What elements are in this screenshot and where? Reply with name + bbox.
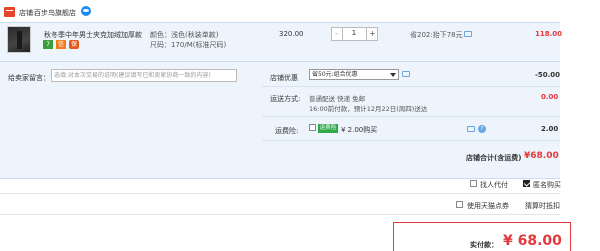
proxy-pay-label: 找人代付 [480, 181, 508, 189]
store-name-link[interactable]: 百步鸟旗舰店 [34, 8, 76, 18]
divider [262, 86, 560, 87]
product-size: 尺码：170/M(标准尺码) [150, 41, 227, 49]
tmall-points-checkbox[interactable] [456, 201, 463, 208]
shipping-insurance-price: ¥ 2.00购买 [341, 126, 378, 134]
seller-message-input[interactable]: 选填:对本次交易的说明(建议填写已和卖家协商一致的内容) [51, 69, 237, 82]
shipping-amount: 0.00 [541, 93, 559, 101]
store-label: 店铺: [19, 9, 36, 17]
coupon-info-icon[interactable] [402, 71, 410, 77]
actual-payment-label: 实付款： [470, 241, 498, 249]
store-total-label: 店铺合计(含运费) [466, 154, 522, 162]
order-item-row [0, 22, 560, 62]
help-icon[interactable]: ? [478, 125, 486, 133]
quantity-decrease-button[interactable]: - [331, 27, 343, 41]
divider [0, 214, 560, 215]
product-thumbnail[interactable] [7, 26, 31, 53]
store-icon [4, 7, 15, 17]
delivery-estimate: 16:00前付款，预计12月22日(周四)送达 [309, 105, 428, 113]
store-coupon-label: 店铺优惠 [270, 74, 298, 82]
item-subtotal: 118.00 [535, 30, 563, 38]
actual-payment-amount: ¥ 68.00 [503, 233, 562, 249]
quantity-increase-button[interactable]: + [366, 27, 378, 41]
points-deduction-hint: 猜算时抵扣 [525, 202, 560, 210]
store-total-amount: ¥68.00 [524, 151, 559, 161]
item-discount: 省202:抬下78元 [410, 31, 463, 39]
shipping-insurance-label: 运费险: [275, 127, 299, 135]
coupon-selected-value: 省50元:组合优惠 [312, 71, 358, 78]
divider [262, 140, 560, 141]
unit-price: 320.00 [279, 30, 304, 38]
credit-badge: 信 [56, 40, 66, 49]
seller-message-label: 给卖家留言： [8, 74, 50, 82]
dropdown-arrow-icon [390, 73, 396, 77]
quantity-input[interactable]: 1 [343, 27, 365, 41]
divider [0, 193, 560, 194]
anonymous-purchase-label: 匿名购买 [533, 181, 561, 189]
insurance-info-icon[interactable] [467, 126, 475, 132]
product-title-link[interactable]: 秋冬季中年男士夹克加绒加厚款... [44, 30, 142, 40]
shipping-method-label: 运送方式: [270, 95, 301, 103]
product-color: 颜色：浅色(秋装单款) [150, 31, 219, 39]
wangwang-chat-icon[interactable] [81, 6, 91, 16]
divider [262, 116, 560, 117]
anonymous-purchase-checkbox[interactable] [523, 180, 530, 187]
shipping-method: 普通配送 快递 免邮 [309, 95, 366, 103]
tmall-points-label: 使用天猫点券 [467, 202, 509, 210]
shipping-insurance-amount: 2.00 [541, 125, 559, 133]
store-coupon-select[interactable]: 省50元:组合优惠 [309, 69, 399, 80]
proxy-pay-checkbox[interactable] [470, 180, 477, 187]
coupon-amount: -50.00 [535, 71, 561, 79]
shipping-insurance-checkbox[interactable] [309, 124, 316, 131]
shipping-insurance-badge: 运费险 [318, 124, 338, 133]
seven-day-return-badge: 7 [43, 40, 53, 49]
guarantee-badge: 保 [69, 40, 79, 49]
discount-info-icon[interactable] [464, 31, 472, 37]
